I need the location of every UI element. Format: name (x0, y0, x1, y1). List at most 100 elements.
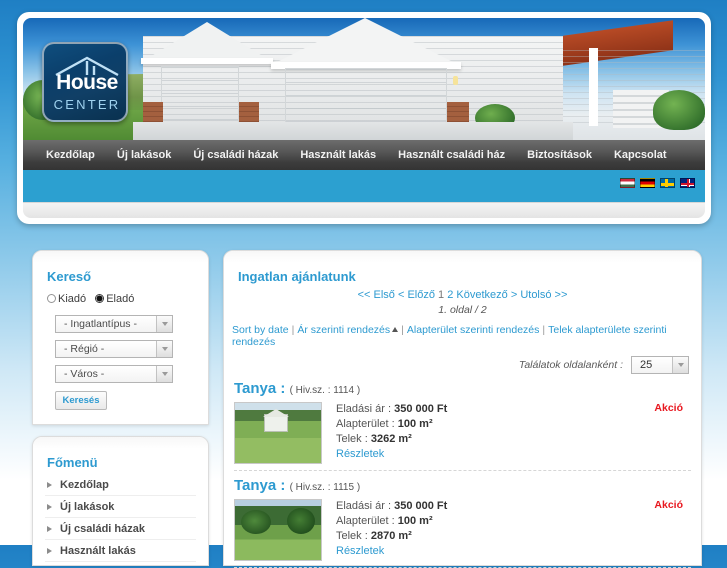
menu-list: Kezdőlap Új lakások Új családi házak Has… (33, 474, 208, 562)
pagination-prev[interactable]: < Előző (398, 289, 435, 301)
listing-details-link[interactable]: Részletek (336, 545, 384, 557)
listing-price-value: 350 000 Ft (394, 500, 448, 512)
radio-kiado-dot[interactable] (47, 294, 56, 303)
radio-elado-label: Eladó (106, 293, 135, 305)
nav-item-hasznalt-csaladi-haz[interactable]: Használt családi ház (387, 140, 516, 170)
chevron-down-icon[interactable] (156, 341, 172, 357)
site-logo[interactable]: House CENTER (42, 42, 128, 122)
hungarian-flag-icon[interactable] (620, 178, 635, 188)
sort-bar: Sort by date | Ár szerinti rendezés | Alapte… (232, 324, 667, 348)
chevron-down-icon[interactable] (672, 357, 688, 373)
sidebar-item-uj-lakasok[interactable]: Új lakások (45, 496, 196, 518)
listing-price-label: Eladási ár : (336, 500, 392, 512)
chevron-right-icon (47, 525, 52, 532)
property-type-value: - Ingatlantípus - (64, 318, 137, 330)
language-flags (620, 178, 695, 188)
results-per-page-select[interactable]: 25 (631, 356, 689, 374)
listing-details: Eladási ár : 350 000 Ft Alapterület : 10… (336, 402, 447, 464)
listing-title[interactable]: Tanya : ( Hiv.sz. : 1115 ) (234, 477, 691, 494)
listing-thumbnail[interactable] (234, 402, 322, 464)
header-inner: House CENTER Kezdőlap Új lakások Új csal… (23, 18, 705, 218)
chevron-right-icon (47, 481, 52, 488)
sidebar-item-uj-csaladi-hazak[interactable]: Új családi házak (45, 518, 196, 540)
listing-type-radio-group: Kiadó Eladó (33, 284, 208, 313)
header-footer-strip (23, 202, 705, 218)
city-value: - Város - (64, 368, 105, 380)
search-panel: Kereső Kiadó Eladó - Ingatlantípus - - R… (32, 250, 209, 425)
menu-panel-title: Főmenü (47, 455, 98, 470)
language-bar (23, 170, 705, 202)
chevron-right-icon (47, 503, 52, 510)
listing-lot-row: Telek : 2870 m² (336, 529, 447, 544)
results-per-page-value: 25 (640, 359, 653, 371)
listing-area-value: 100 m² (397, 515, 433, 527)
radio-kiado-label: Kiadó (58, 293, 87, 305)
panel-cap (33, 251, 208, 263)
radio-elado[interactable]: Eladó (95, 293, 134, 305)
listing-lot-value: 2870 m² (370, 530, 412, 542)
pagination-page-1: 1 (438, 289, 445, 301)
city-select[interactable]: - Város - (55, 365, 173, 383)
listing-item: Tanya : ( Hiv.sz. : 1115 ) Akció Eladási… (234, 477, 691, 568)
listing-reference: ( Hiv.sz. : 1114 ) (289, 385, 361, 396)
german-flag-icon[interactable] (640, 178, 655, 188)
swedish-flag-icon[interactable] (660, 178, 675, 188)
sidebar-item-hasznalt-lakas[interactable]: Használt lakás (45, 540, 196, 562)
region-value: - Régió - (64, 343, 105, 355)
pagination-first[interactable]: << Első (358, 289, 395, 301)
sidebar-item-label: Kezdőlap (60, 478, 109, 491)
chevron-down-icon[interactable] (156, 366, 172, 382)
pagination-next[interactable]: Következő > (456, 289, 517, 301)
listing-lot-value: 3262 m² (370, 433, 412, 445)
listing-price-label: Eladási ár : (336, 403, 392, 415)
sidebar-item-label: Új családi házak (60, 522, 145, 535)
status-badge: Akció (654, 499, 683, 511)
results-per-page-label: Találatok oldalanként : (518, 359, 623, 371)
region-select[interactable]: - Régió - (55, 340, 173, 358)
radio-kiado[interactable]: Kiadó (47, 293, 89, 305)
chevron-down-icon[interactable] (156, 316, 172, 332)
listing-lot-label: Telek : (336, 433, 368, 445)
listing-area-row: Alapterület : 100 m² (336, 514, 447, 529)
sidebar-item-kezdolap[interactable]: Kezdőlap (45, 474, 196, 496)
radio-elado-dot[interactable] (95, 294, 105, 303)
panel-cap (224, 251, 701, 263)
sort-ascending-icon (392, 327, 399, 332)
listing-details: Eladási ár : 350 000 Ft Alapterület : 10… (336, 499, 447, 561)
pagination-last[interactable]: Utolsó >> (520, 289, 567, 301)
results-per-page: Találatok oldalanként : 25 (224, 348, 701, 374)
uk-flag-icon[interactable] (680, 178, 695, 188)
listing-item: Tanya : ( Hiv.sz. : 1114 ) Akció Eladási… (234, 380, 691, 471)
status-badge: Akció (654, 402, 683, 414)
pagination-page-2[interactable]: 2 (447, 289, 453, 301)
sort-by-area[interactable]: Alapterület szerinti rendezés (407, 324, 540, 336)
property-type-select[interactable]: - Ingatlantípus - (55, 315, 173, 333)
nav-item-kezdolap[interactable]: Kezdőlap (35, 140, 106, 170)
search-panel-title: Kereső (47, 269, 92, 284)
nav-item-hasznalt-lakas[interactable]: Használt lakás (289, 140, 387, 170)
logo-text-primary: House (56, 71, 118, 94)
listing-thumbnail[interactable] (234, 499, 322, 561)
listings-panel-title: Ingatlan ajánlatunk (238, 269, 356, 284)
sort-by-price[interactable]: Ár szerinti rendezés (297, 324, 390, 336)
listing-reference: ( Hiv.sz. : 1115 ) (289, 482, 361, 493)
sidebar-item-label: Használt lakás (60, 544, 136, 557)
listing-title-text: Tanya : (234, 477, 286, 494)
nav-item-uj-lakasok[interactable]: Új lakások (106, 140, 182, 170)
search-selects: - Ingatlantípus - - Régió - - Város - (33, 313, 208, 383)
nav-item-kapcsolat[interactable]: Kapcsolat (603, 140, 678, 170)
listing-title[interactable]: Tanya : ( Hiv.sz. : 1114 ) (234, 380, 691, 397)
nav-item-biztositasok[interactable]: Biztosítások (516, 140, 603, 170)
sort-by-date[interactable]: Sort by date (232, 324, 289, 336)
nav-item-uj-csaladi-hazak[interactable]: Új családi házak (182, 140, 289, 170)
search-submit-button[interactable]: Keresés (55, 391, 107, 410)
chevron-right-icon (47, 547, 52, 554)
listing-area-label: Alapterület : (336, 418, 395, 430)
listing-lot-label: Telek : (336, 530, 368, 542)
listing-price-row: Eladási ár : 350 000 Ft (336, 499, 447, 514)
listing-details-link[interactable]: Részletek (336, 448, 384, 460)
site-header: House CENTER Kezdőlap Új lakások Új csal… (17, 12, 711, 224)
listing-lot-row: Telek : 3262 m² (336, 432, 447, 447)
listing-area-value: 100 m² (397, 418, 433, 430)
panel-cap (33, 437, 208, 449)
